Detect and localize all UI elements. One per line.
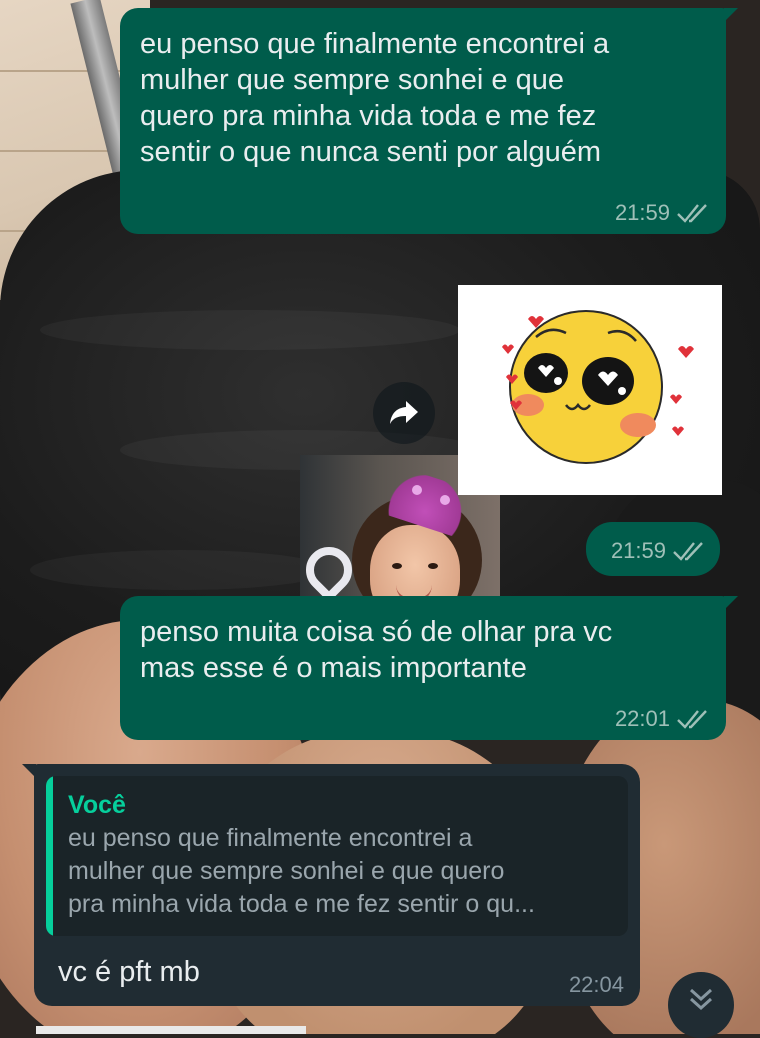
message-time: 22:01 [614, 706, 670, 731]
blushing-pleading-face-sticker[interactable] [458, 285, 722, 495]
message-text: penso muita coisa só de olhar pra vc mas… [140, 616, 613, 684]
sticker-image [502, 310, 694, 464]
double-check-icon [677, 204, 707, 223]
message-meta: 22:01 [615, 706, 710, 732]
message-meta: 22:04 [569, 972, 624, 998]
double-check-icon [673, 542, 703, 561]
double-check-icon [677, 710, 707, 729]
scroll-to-bottom-button[interactable] [668, 972, 734, 1038]
message-meta: 21:59 [615, 200, 710, 226]
quoted-message[interactable]: Você eu penso que finalmente encontrei a… [46, 776, 628, 936]
message-bubble-incoming[interactable]: Você eu penso que finalmente encontrei a… [22, 764, 640, 1006]
message-bubble-outgoing[interactable]: penso muita coisa só de olhar pra vc mas… [120, 596, 738, 740]
message-time: 22:04 [568, 972, 624, 997]
message-time: 21:59 [610, 538, 666, 563]
message-time: 21:59 [614, 200, 670, 225]
message-meta: 21:59 [611, 538, 706, 564]
next-message-edge [36, 1026, 306, 1034]
quote-accent-bar [46, 776, 53, 936]
message-bubble-outgoing[interactable]: eu penso que finalmente encontrei a mulh… [120, 8, 738, 234]
quote-text: eu penso que finalmente encontrei a mulh… [68, 824, 535, 918]
forward-button[interactable] [373, 382, 435, 444]
double-chevron-down-icon [689, 988, 713, 1011]
sticker-timestamp-bubble: 21:59 [586, 522, 720, 576]
message-text: eu penso que finalmente encontrei a mulh… [140, 28, 610, 168]
quote-author: Você [68, 791, 126, 819]
message-text: vc é pft mb [58, 956, 200, 988]
forward-arrow-icon [390, 401, 418, 424]
